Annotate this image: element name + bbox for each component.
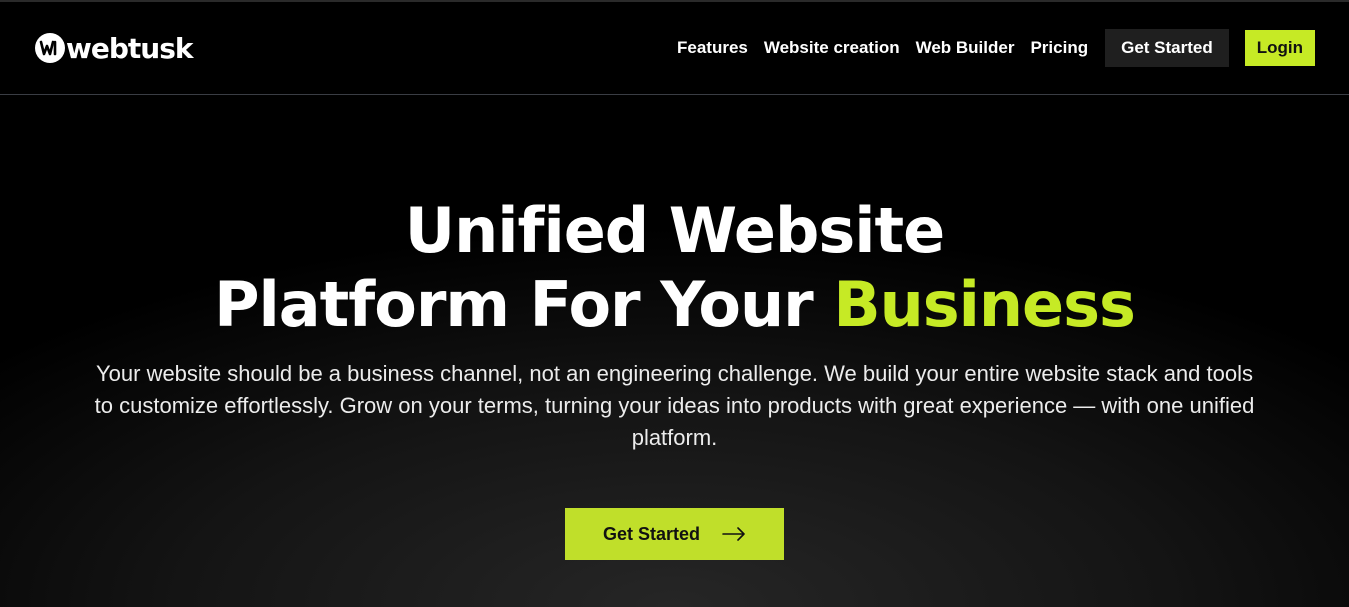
login-button[interactable]: Login: [1244, 30, 1315, 66]
hero-cta-label: Get Started: [602, 523, 701, 544]
hero-section: Unified Website Platform For Your Busine…: [0, 96, 1349, 607]
nav-link-pricing[interactable]: Pricing: [1030, 38, 1088, 58]
webtusk-logo-icon: [35, 33, 65, 63]
hero-subtitle: Your website should be a business channe…: [94, 361, 1255, 450]
brand-logo[interactable]: webtusk: [35, 30, 194, 66]
hero-title-line1: Unified Website: [404, 194, 945, 267]
nav-get-started-button[interactable]: Get Started: [1105, 29, 1229, 67]
hero-get-started-button[interactable]: Get Started: [565, 508, 784, 560]
nav-link-web-builder[interactable]: Web Builder: [916, 38, 1015, 58]
brand-name: webtusk: [66, 31, 194, 65]
hero-title-accent: Business: [833, 268, 1136, 341]
main-nav: Features Website creation Web Builder Pr…: [661, 29, 1315, 67]
hero-title-line2-prefix: Platform For Your: [214, 268, 814, 341]
site-header: webtusk Features Website creation Web Bu…: [0, 2, 1349, 95]
arrow-right-icon: [722, 527, 746, 541]
hero-title: Unified Website Platform For Your Busine…: [0, 194, 1349, 342]
nav-link-website-creation[interactable]: Website creation: [764, 38, 900, 58]
nav-link-features[interactable]: Features: [677, 38, 748, 58]
